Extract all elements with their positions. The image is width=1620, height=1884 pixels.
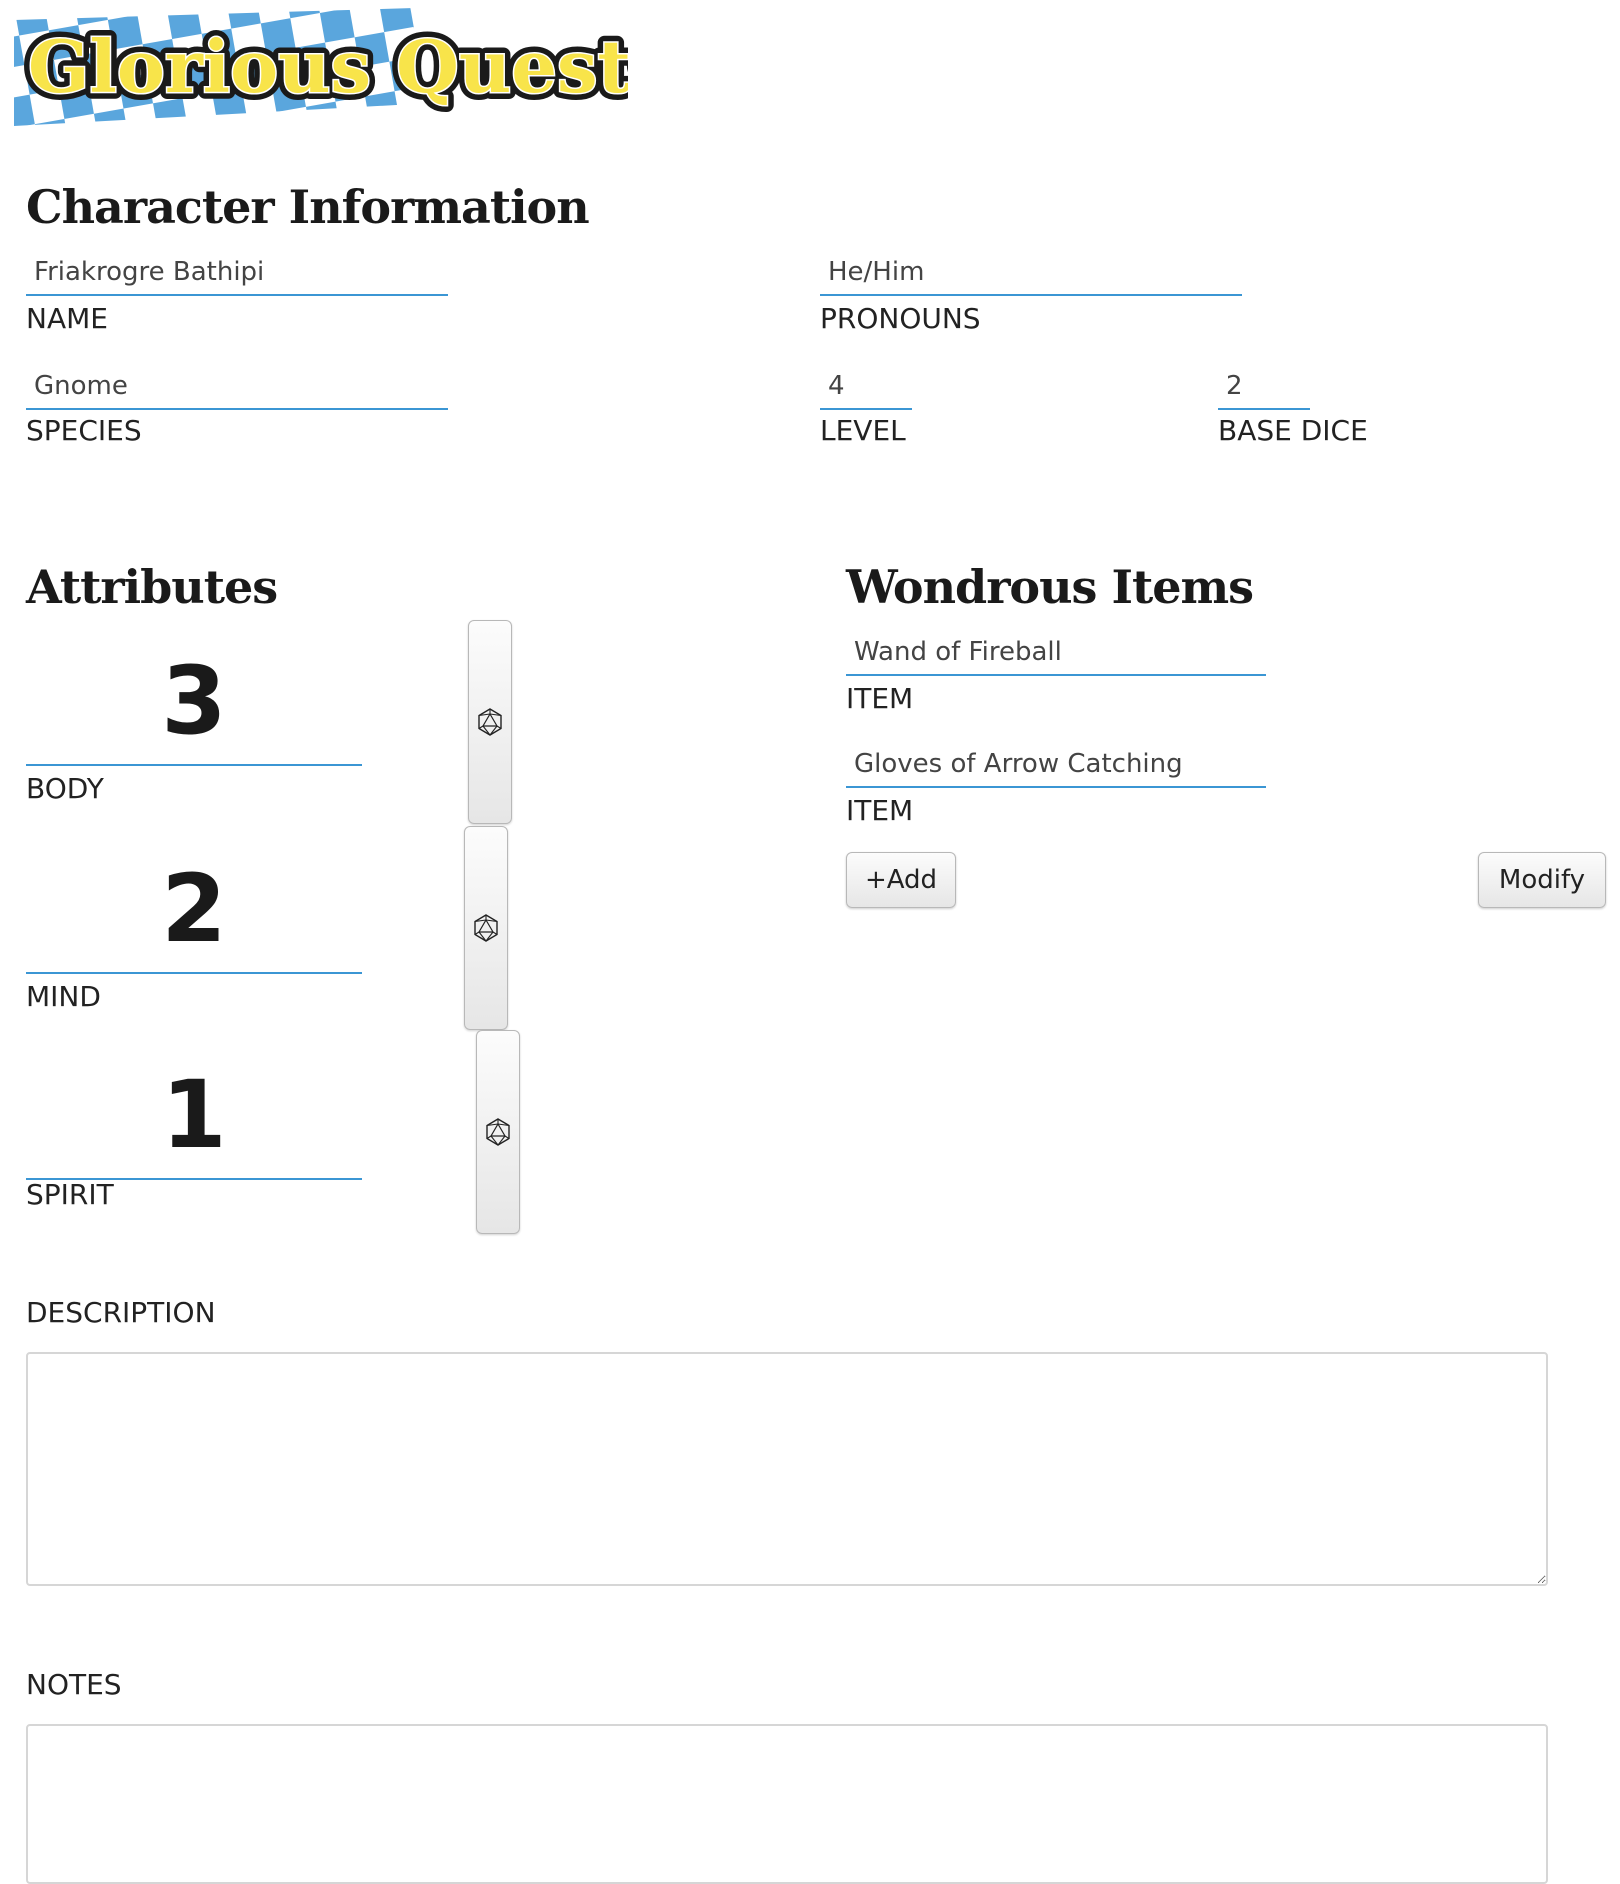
notes-textarea[interactable] bbox=[26, 1724, 1548, 1884]
d20-icon bbox=[478, 708, 502, 736]
roll-body-button[interactable] bbox=[468, 620, 512, 824]
notes-label: NOTES bbox=[26, 1668, 122, 1701]
spirit-label: SPIRIT bbox=[26, 1178, 114, 1211]
modify-items-button[interactable]: Modify bbox=[1478, 852, 1606, 908]
description-textarea[interactable] bbox=[26, 1352, 1548, 1586]
app-logo: Glorious Quests Glorious Quests bbox=[14, 6, 628, 128]
roll-mind-button[interactable] bbox=[464, 826, 508, 1030]
pronouns-label: PRONOUNS bbox=[820, 302, 981, 335]
name-label: NAME bbox=[26, 302, 108, 335]
spirit-value: 1 bbox=[26, 1052, 362, 1180]
mind-value: 2 bbox=[26, 846, 362, 974]
item-label-2: ITEM bbox=[846, 794, 914, 827]
add-item-button[interactable]: +Add bbox=[846, 852, 956, 908]
level-label: LEVEL bbox=[820, 414, 906, 447]
item-field-1[interactable] bbox=[846, 630, 1266, 676]
attributes-heading: Attributes bbox=[26, 560, 278, 614]
character-info-heading: Character Information bbox=[26, 180, 590, 234]
level-field[interactable] bbox=[820, 364, 912, 410]
d20-icon bbox=[474, 914, 498, 942]
item-label-1: ITEM bbox=[846, 682, 914, 715]
base-dice-field[interactable] bbox=[1218, 364, 1310, 410]
d20-icon bbox=[486, 1118, 510, 1146]
description-label: DESCRIPTION bbox=[26, 1296, 216, 1329]
name-field[interactable] bbox=[26, 250, 448, 296]
mind-label: MIND bbox=[26, 980, 101, 1013]
species-field[interactable] bbox=[26, 364, 448, 410]
roll-spirit-button[interactable] bbox=[476, 1030, 520, 1234]
item-field-2[interactable] bbox=[846, 742, 1266, 788]
pronouns-field[interactable] bbox=[820, 250, 1242, 296]
body-value: 3 bbox=[26, 638, 362, 766]
base-dice-label: BASE DICE bbox=[1218, 414, 1368, 447]
wondrous-items-heading: Wondrous Items bbox=[846, 560, 1254, 614]
body-label: BODY bbox=[26, 772, 104, 805]
species-label: SPECIES bbox=[26, 414, 142, 447]
logo-text: Glorious Quests bbox=[28, 24, 628, 109]
